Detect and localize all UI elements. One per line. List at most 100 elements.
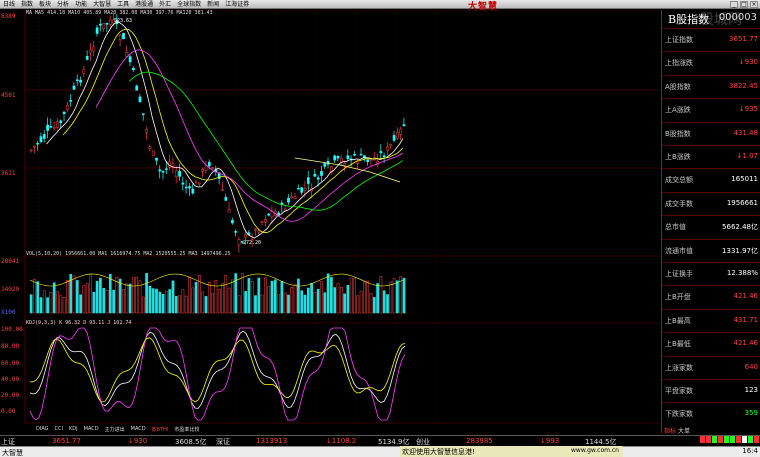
volume-bar	[293, 283, 297, 314]
tab-big-orders[interactable]: 大单	[678, 428, 690, 435]
volume-axis-top: 28041	[1, 258, 20, 265]
quote-row: 上B最低 421.46	[662, 332, 760, 355]
volume-bar	[122, 289, 125, 314]
index-code: 000003	[718, 12, 757, 23]
volume-bar	[148, 286, 152, 314]
candle	[379, 151, 383, 154]
menu-item-9[interactable]: 全球指数	[174, 0, 204, 9]
candle	[224, 196, 228, 201]
menu-item-11[interactable]: 江海证券	[222, 0, 252, 9]
moving-average-line	[46, 21, 404, 239]
menu-item-0[interactable]: 日线	[0, 0, 18, 9]
menu-item-10[interactable]: 新闻	[204, 0, 222, 9]
candle	[108, 19, 112, 25]
candle	[211, 167, 214, 169]
menu-item-1[interactable]: 指数	[18, 0, 36, 9]
candle	[207, 161, 211, 167]
close-icon[interactable]: ×	[750, 1, 758, 8]
quote-label: 上B最高	[665, 316, 691, 325]
volume-bar	[66, 280, 69, 314]
volume-bar	[330, 277, 333, 314]
volume-bar	[267, 285, 271, 314]
volume-bar	[207, 281, 211, 314]
quote-label: 总市值	[665, 223, 686, 232]
volume-bar	[353, 277, 356, 314]
indicator-tab-4[interactable]: 主力进出	[103, 426, 127, 433]
candle	[389, 144, 393, 147]
candle	[300, 187, 304, 193]
candle	[297, 188, 300, 190]
volume-bar	[320, 281, 323, 314]
quote-row: 上证换手 12.388%	[662, 262, 760, 285]
indicator-tab-1[interactable]: CCI	[53, 426, 65, 432]
menu-item-4[interactable]: 功能	[72, 0, 90, 9]
kline-chart-area[interactable]	[0, 10, 661, 425]
indicator-tabs: DIAG CCI KDJ MACD 主力进出 MACD 数BTHI 市盈率比较	[0, 425, 661, 433]
candle	[132, 67, 135, 71]
volume-bar	[112, 289, 115, 314]
quote-value: 123	[744, 386, 758, 394]
menu-item-2[interactable]: 板块	[36, 0, 54, 9]
quote-label: 上B涨跌	[665, 153, 691, 161]
menu-item-5[interactable]: 大智慧	[90, 0, 114, 9]
quote-label: 成交总额	[665, 176, 693, 185]
volume-bar	[151, 288, 155, 314]
kdj-axis-60: 60.00	[1, 360, 20, 367]
menu-item-6[interactable]: 工具	[114, 0, 132, 9]
quote-row: B股指数 431.48	[662, 121, 760, 145]
indicator-tab-3[interactable]: MACD	[82, 426, 101, 432]
volume-bar	[396, 280, 399, 314]
menu-item-7[interactable]: 港股通	[132, 0, 156, 9]
volume-bar	[181, 289, 185, 314]
volume-bar	[108, 274, 112, 314]
volume-bar	[326, 273, 330, 314]
indicator-tab-0[interactable]: DIAG	[34, 426, 51, 432]
volume-bar	[310, 282, 313, 314]
volume-bar	[79, 294, 82, 314]
status-cy-value: 283985	[466, 437, 493, 445]
indicator-tab-7[interactable]: 市盈率比较	[172, 426, 201, 433]
volume-bar	[359, 290, 363, 314]
indicator-tab-5[interactable]: MACD	[129, 426, 148, 432]
clock: 16:4	[742, 447, 758, 455]
quote-panel-tabs[interactable]: 指标 大单	[664, 426, 690, 435]
status-sh-change: ↓930	[128, 437, 148, 445]
kdj-axis-40: 40.00	[1, 376, 20, 383]
status-cy-change: ↓993	[540, 437, 560, 445]
menu-item-8[interactable]: 外汇	[156, 0, 174, 9]
market-mini-bars	[700, 436, 760, 443]
candle	[316, 177, 320, 180]
candle	[85, 56, 89, 60]
menu-bar: 日线 指数 板块 分析 功能 大智慧 工具 港股通 外汇 全球指数 新闻 江海证券	[0, 0, 760, 9]
indicator-tab-6[interactable]: 数BTHI	[150, 426, 171, 433]
volume-bar	[316, 288, 320, 314]
volume-bar	[270, 280, 274, 314]
candle	[313, 173, 317, 177]
news-ticker[interactable]: 欢迎使用大智慧信息港! www.gw.com.cn	[400, 446, 623, 457]
indicator-tab-2[interactable]: KDJ	[67, 426, 80, 432]
candle	[66, 104, 69, 111]
volume-bar	[39, 297, 43, 314]
maximize-icon[interactable]: □	[740, 1, 748, 8]
candle	[62, 111, 66, 115]
volume-bar	[224, 275, 228, 314]
minimize-icon[interactable]: _	[730, 1, 738, 8]
volume-bar	[178, 295, 181, 314]
tab-indicators[interactable]: 指标	[664, 428, 676, 435]
volume-bar	[349, 277, 353, 314]
candle	[122, 33, 125, 40]
volume-bar	[254, 295, 257, 314]
menu-item-3[interactable]: 分析	[54, 0, 72, 9]
quote-row: 上B最高 431.71	[662, 308, 760, 332]
volume-bar	[59, 295, 63, 314]
volume-bar	[33, 279, 36, 314]
candle	[145, 129, 148, 133]
volume-bar	[204, 296, 208, 314]
candle	[171, 163, 175, 167]
window-controls: _ □ ×	[730, 1, 758, 8]
candle	[29, 149, 33, 152]
status-sh-value: 3651.77	[52, 437, 81, 445]
candle	[323, 163, 327, 167]
volume-bar	[376, 283, 379, 314]
candle	[234, 231, 238, 233]
